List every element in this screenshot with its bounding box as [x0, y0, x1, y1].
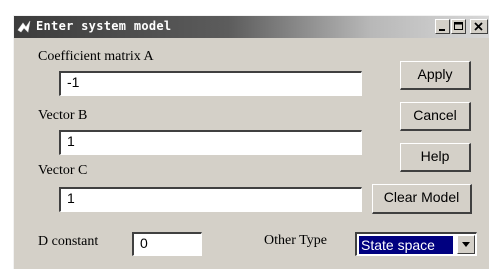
close-button[interactable] [470, 19, 488, 34]
vector-b-label: Vector B [38, 108, 88, 123]
maximize-button[interactable] [451, 19, 466, 34]
other-type-selected-value: State space [359, 236, 453, 254]
apply-button[interactable]: Apply [400, 61, 471, 90]
cancel-button[interactable]: Cancel [400, 102, 471, 131]
matlab-logo-icon [17, 20, 31, 34]
vector-c-label: Vector C [38, 163, 88, 178]
coeff-a-input[interactable]: -1 [59, 71, 362, 96]
other-type-select[interactable]: State space [355, 232, 477, 256]
clear-model-button[interactable]: Clear Model [372, 184, 472, 214]
vector-c-input[interactable]: 1 [59, 187, 362, 212]
window-title: Enter system model [36, 19, 172, 33]
chevron-down-icon [462, 242, 470, 247]
title-bar[interactable]: Enter system model [14, 16, 489, 38]
vector-b-input[interactable]: 1 [59, 130, 362, 155]
minimize-button[interactable] [435, 19, 450, 34]
maximize-icon [454, 22, 463, 30]
dropdown-arrow-button[interactable] [457, 235, 475, 254]
minimize-icon [439, 29, 445, 31]
other-type-label: Other Type [264, 233, 327, 248]
d-constant-input[interactable]: 0 [132, 232, 202, 256]
close-icon [474, 22, 483, 31]
dialog-window: Enter system model Coefficient matrix A … [13, 15, 489, 269]
help-button[interactable]: Help [400, 143, 471, 172]
coeff-a-label: Coefficient matrix A [38, 49, 154, 64]
d-constant-label: D constant [38, 234, 99, 249]
